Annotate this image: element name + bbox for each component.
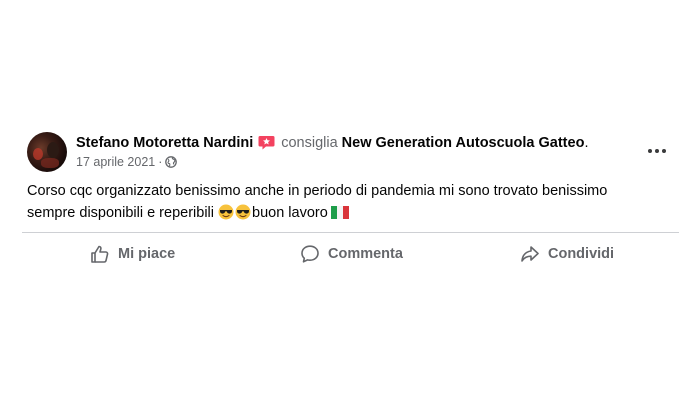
page-name-suffix: . [584, 135, 589, 151]
avatar[interactable] [27, 132, 67, 172]
author-name[interactable]: Stefano Motoretta Nardini [76, 135, 253, 151]
comment-button[interactable]: Commenta [300, 240, 403, 268]
like-label: Mi piace [118, 246, 176, 262]
actions-divider [22, 232, 679, 233]
italy-flag-icon [330, 205, 349, 227]
page-name-link[interactable]: New Generation Autoscuola Gatteo [342, 135, 585, 151]
sunglasses-emoji-icon [235, 204, 251, 228]
thumbs-up-icon [91, 245, 109, 263]
more-dots-icon [648, 149, 652, 153]
post-text-line1: Corso cqc organizzato benissimo anche in… [27, 183, 608, 199]
review-post: Stefano Motoretta Nardini consiglia New Ge… [0, 0, 700, 400]
post-header: Stefano Motoretta Nardini consiglia New Ge… [76, 133, 588, 153]
share-button[interactable]: Condividi [520, 240, 614, 268]
globe-icon [165, 156, 178, 172]
post-actions: Mi piace Commenta Condividi [22, 240, 679, 268]
comment-label: Commenta [328, 246, 403, 262]
post-text: Corso cqc organizzato benissimo anche in… [27, 181, 667, 227]
more-options-button[interactable] [644, 140, 670, 162]
post-meta: 17 aprile 2021 · [76, 154, 178, 172]
post-date[interactable]: 17 aprile 2021 [76, 155, 155, 169]
share-label: Condividi [548, 246, 615, 262]
meta-separator: · [158, 155, 163, 169]
like-button[interactable]: Mi piace [90, 240, 175, 268]
recommend-icon [258, 135, 275, 150]
post-text-line2: sempre disponibili e reperibili buon lav… [27, 203, 667, 228]
comment-icon [301, 245, 319, 263]
sunglasses-emoji-icon [218, 204, 234, 228]
share-arrow-icon [521, 246, 539, 262]
recommend-verb: consiglia [281, 135, 338, 151]
